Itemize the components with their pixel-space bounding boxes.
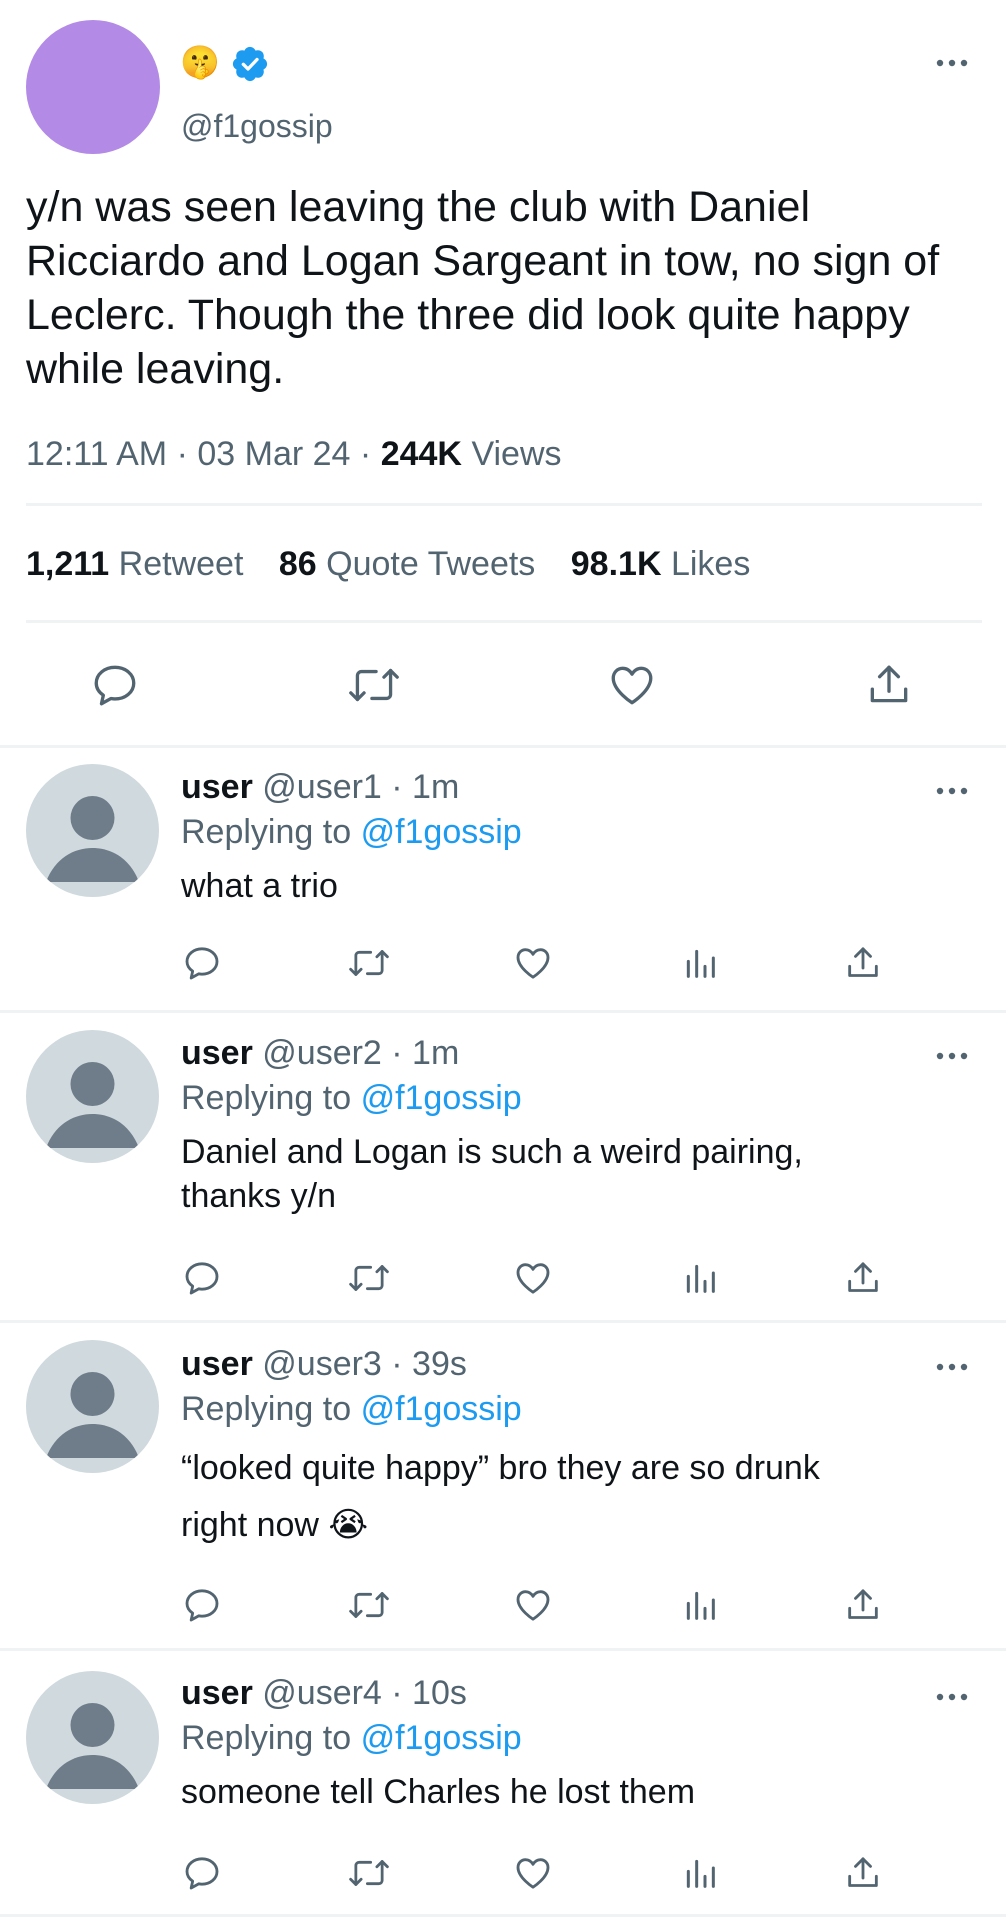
reply-icon[interactable] — [182, 1585, 222, 1625]
reply-icon[interactable] — [182, 1258, 222, 1298]
reply-text-line: what a trio — [181, 867, 338, 905]
replying-to: Replying to @f1gossip — [181, 1717, 522, 1759]
reply-author-name[interactable]: user — [181, 1034, 253, 1072]
divider — [26, 620, 982, 623]
reply-text: “looked quite happy” bro they are so dru… — [181, 1440, 981, 1554]
reply-meta: @user2 · 1m — [262, 1034, 460, 1072]
main-tweet-avatar[interactable] — [26, 20, 160, 154]
replying-handle-link[interactable]: @f1gossip — [361, 1390, 522, 1428]
avatar[interactable] — [26, 1671, 159, 1804]
analytics-icon[interactable] — [680, 1258, 720, 1298]
like-icon[interactable] — [512, 1585, 554, 1625]
reply-item[interactable]: user @user4 · 10s Replying to @f1gossip … — [0, 1651, 1006, 1920]
avatar[interactable] — [26, 1030, 159, 1163]
reply-meta: @user3 · 39s — [262, 1345, 467, 1383]
retweet-icon[interactable] — [346, 1853, 392, 1893]
reply-text: what a trio — [181, 864, 961, 909]
reply-header: user @user3 · 39s — [181, 1343, 467, 1385]
verified-icon — [230, 44, 270, 84]
retweet-icon[interactable] — [346, 1258, 392, 1298]
like-icon[interactable] — [512, 943, 554, 983]
tweet-text: y/n was seen leaving the club with Danie… — [26, 183, 940, 393]
retweets-label: Retweet — [118, 545, 244, 583]
quotes-count: 86 — [278, 545, 317, 583]
replying-label: Replying to — [181, 813, 352, 851]
replying-handle-link[interactable]: @f1gossip — [361, 1079, 522, 1117]
reply-header: user @user1 · 1m — [181, 766, 459, 808]
replying-handle-link[interactable]: @f1gossip — [361, 813, 522, 851]
avatar[interactable] — [26, 764, 159, 897]
likes-stat[interactable]: 98.1K Likes — [571, 545, 751, 583]
quotes-label: Quote Tweets — [326, 545, 536, 583]
author-handle[interactable]: @f1gossip — [181, 106, 333, 146]
retweets-count: 1,211 — [26, 545, 110, 583]
reply-meta: @user1 · 1m — [262, 768, 460, 806]
more-icon[interactable] — [932, 1046, 972, 1066]
views-count: 244K — [380, 435, 462, 473]
views-label: Views — [471, 435, 562, 473]
author-emoji-name[interactable]: 🤫 — [180, 42, 220, 82]
separator-dot: · — [176, 435, 188, 473]
like-icon[interactable] — [512, 1853, 554, 1893]
divider — [26, 503, 982, 506]
reply-text-line: thanks y/n — [181, 1177, 336, 1215]
reply-icon[interactable] — [182, 943, 222, 983]
replying-to: Replying to @f1gossip — [181, 811, 522, 853]
replying-label: Replying to — [181, 1719, 352, 1757]
like-icon[interactable] — [606, 660, 658, 710]
analytics-icon[interactable] — [680, 943, 720, 983]
reply-item[interactable]: user @user2 · 1m Replying to @f1gossip D… — [0, 1013, 1006, 1320]
divider — [0, 1914, 1006, 1917]
reply-text-line: someone tell Charles he lost them — [181, 1773, 696, 1811]
likes-count: 98.1K — [570, 545, 662, 583]
avatar[interactable] — [26, 1340, 159, 1473]
reply-item[interactable]: user @user1 · 1m Replying to @f1gossip w… — [0, 748, 1006, 1010]
replying-to: Replying to @f1gossip — [181, 1388, 522, 1430]
quotes-stat[interactable]: 86 Quote Tweets — [279, 545, 545, 583]
reply-text: someone tell Charles he lost them — [181, 1770, 981, 1815]
reply-icon[interactable] — [90, 660, 140, 710]
reply-header: user @user4 · 10s — [181, 1672, 467, 1714]
more-icon[interactable] — [932, 1357, 972, 1377]
reply-meta: @user4 · 10s — [262, 1674, 467, 1712]
share-icon[interactable] — [843, 943, 883, 983]
analytics-icon[interactable] — [680, 1853, 720, 1893]
likes-label: Likes — [670, 545, 751, 583]
reply-author-name[interactable]: user — [181, 1345, 253, 1383]
more-icon[interactable] — [932, 1687, 972, 1707]
reply-author-name[interactable]: user — [181, 768, 253, 806]
reply-text-line: right now 😭 — [181, 1506, 369, 1544]
retweet-icon[interactable] — [346, 943, 392, 983]
reply-item[interactable]: user @user3 · 39s Replying to @f1gossip … — [0, 1323, 1006, 1648]
tweet-time[interactable]: 12:11 AM — [26, 435, 167, 473]
more-icon[interactable] — [932, 53, 972, 73]
replying-label: Replying to — [181, 1390, 352, 1428]
like-icon[interactable] — [512, 1258, 554, 1298]
replying-handle-link[interactable]: @f1gossip — [361, 1719, 522, 1757]
reply-text-line: “looked quite happy” bro they are so dru… — [181, 1449, 820, 1487]
tweet-meta: 12:11 AM · 03 Mar 24 · 244K Views — [26, 433, 562, 475]
tweet-stats: 1,211 Retweet 86 Quote Tweets 98.1K Like… — [26, 543, 750, 585]
analytics-icon[interactable] — [680, 1585, 720, 1625]
reply-header: user @user2 · 1m — [181, 1032, 459, 1074]
more-icon[interactable] — [932, 781, 972, 801]
share-icon[interactable] — [843, 1585, 883, 1625]
share-icon[interactable] — [843, 1258, 883, 1298]
replying-to: Replying to @f1gossip — [181, 1077, 522, 1119]
tweet-date[interactable]: 03 Mar 24 — [197, 435, 350, 473]
shush-emoji: 🤫 — [180, 44, 220, 80]
reply-icon[interactable] — [182, 1853, 222, 1893]
reply-text-line: Daniel and Logan is such a weird pairing… — [181, 1133, 803, 1171]
retweet-icon[interactable] — [346, 1585, 392, 1625]
separator-dot: · — [359, 435, 372, 473]
retweet-icon[interactable] — [345, 660, 403, 710]
retweets-stat[interactable]: 1,211 Retweet — [26, 545, 253, 583]
reply-author-name[interactable]: user — [181, 1674, 253, 1712]
share-icon[interactable] — [864, 660, 914, 710]
share-icon[interactable] — [843, 1853, 883, 1893]
replying-label: Replying to — [181, 1079, 352, 1117]
reply-text: Daniel and Logan is such a weird pairing… — [181, 1130, 981, 1218]
